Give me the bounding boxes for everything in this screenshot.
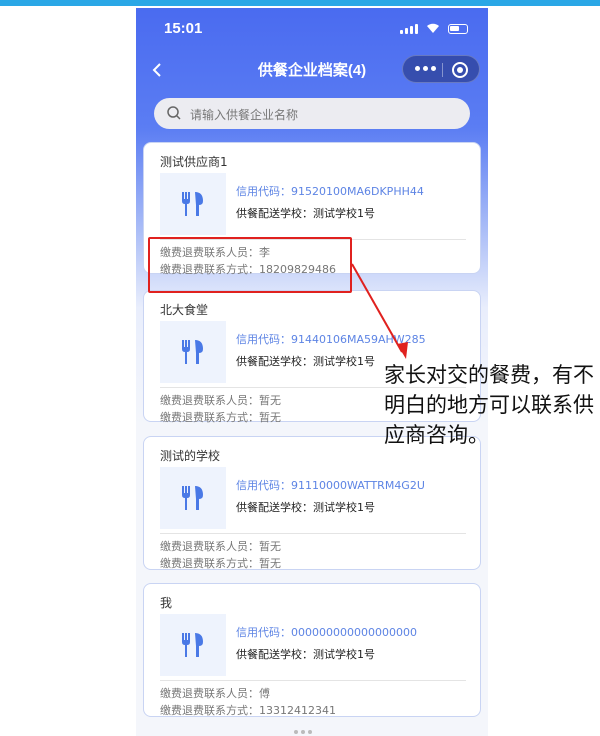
supplier-logo <box>160 614 226 676</box>
utensils-icon <box>182 192 203 216</box>
refund-contact-phone: 缴费退费联系方式：13312412341 <box>160 704 336 717</box>
supplier-name: 测试供应商1 <box>160 155 228 169</box>
supplier-logo <box>160 321 226 383</box>
supplier-card[interactable]: 我 信用代码：000000000000000000 供餐配送学校：测试学校1号 … <box>143 583 481 717</box>
supplier-logo <box>160 467 226 529</box>
credit-code: 信用代码：91440106MA59AHW285 <box>236 333 426 346</box>
capsule-divider <box>442 63 443 77</box>
search-placeholder: 请输入供餐企业名称 <box>190 108 299 122</box>
supplier-name: 北大食堂 <box>160 303 209 317</box>
delivery-school: 供餐配送学校：测试学校1号 <box>236 355 375 368</box>
nav-bar: 供餐企业档案(4) <box>136 52 488 88</box>
card-divider <box>160 533 466 534</box>
credit-code: 信用代码：000000000000000000 <box>236 626 417 639</box>
wifi-icon <box>427 23 439 33</box>
delivery-school: 供餐配送学校：测试学校1号 <box>236 648 375 661</box>
search-input[interactable]: 请输入供餐企业名称 <box>154 98 470 129</box>
more-icon[interactable] <box>415 66 436 71</box>
close-target-icon[interactable] <box>452 62 468 78</box>
supplier-name: 我 <box>160 596 173 610</box>
delivery-school: 供餐配送学校：测试学校1号 <box>236 207 375 220</box>
signal-icon <box>400 24 418 34</box>
annotation-note: 家长对交的餐费，有不明白的地方可以联系供应商咨询。 <box>384 363 594 447</box>
status-bar: 15:01 <box>136 8 488 48</box>
supplier-card[interactable]: 测试的学校 信用代码：91110000WATTRM4G2U 供餐配送学校：测试学… <box>143 436 481 570</box>
delivery-school: 供餐配送学校：测试学校1号 <box>236 501 375 514</box>
search-icon <box>167 106 181 120</box>
battery-icon <box>448 24 468 34</box>
loading-indicator <box>294 730 312 734</box>
utensils-icon <box>182 633 203 657</box>
utensils-icon <box>182 340 203 364</box>
refund-contact-phone: 缴费退费联系方式：暂无 <box>160 411 281 424</box>
refund-contact-phone: 缴费退费联系方式：暂无 <box>160 557 281 570</box>
supplier-name: 测试的学校 <box>160 449 221 463</box>
refund-contact-person: 缴费退费联系人员：暂无 <box>160 394 281 407</box>
refund-contact-person: 缴费退费联系人员：傅 <box>160 687 270 700</box>
annotation-highlight-box <box>148 237 352 293</box>
refund-contact-person: 缴费退费联系人员：暂无 <box>160 540 281 553</box>
credit-code: 信用代码：91110000WATTRM4G2U <box>236 479 425 492</box>
mini-program-capsule <box>402 55 480 83</box>
credit-code: 信用代码：91520100MA6DKPHH44 <box>236 185 424 198</box>
utensils-icon <box>182 486 203 510</box>
browser-top-bar <box>0 0 600 6</box>
card-divider <box>160 680 466 681</box>
supplier-logo <box>160 173 226 235</box>
status-time: 15:01 <box>164 20 203 37</box>
